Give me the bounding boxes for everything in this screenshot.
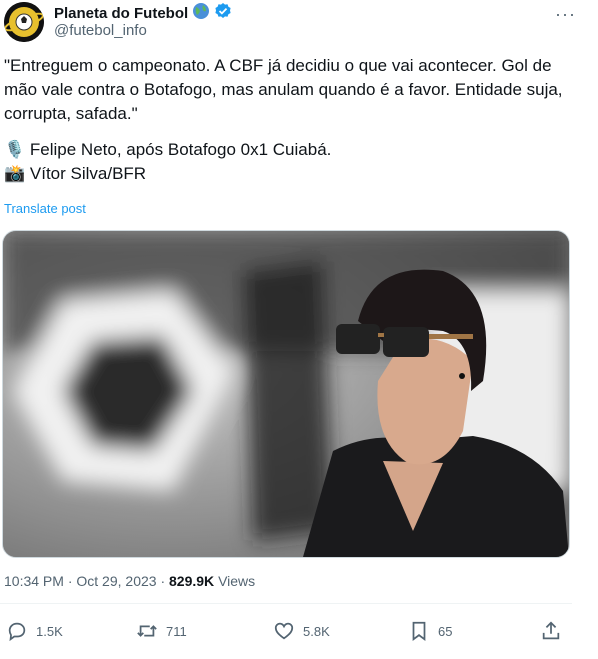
post-text: "Entreguem o campeonato. A CBF já decidi… bbox=[4, 54, 564, 186]
bookmark-button[interactable]: 65 bbox=[408, 620, 452, 642]
post-time[interactable]: 10:34 PM bbox=[4, 573, 64, 589]
verified-badge-icon bbox=[214, 2, 232, 25]
post-quote: "Entreguem o campeonato. A CBF já decidi… bbox=[4, 56, 563, 123]
post-photo[interactable] bbox=[2, 230, 570, 558]
reply-count: 1.5K bbox=[36, 623, 63, 639]
post-meta: 10:34 PM · Oct 29, 2023 · 829.9K Views bbox=[4, 572, 255, 590]
post-credit-line: 🎙️ Felipe Neto, após Botafogo 0x1 Cuiabá… bbox=[4, 140, 332, 159]
heart-icon bbox=[274, 622, 294, 640]
views-label: Views bbox=[218, 573, 256, 589]
post-header: Planeta do Futebol @futebol_info ··· bbox=[0, 0, 598, 46]
like-count: 5.8K bbox=[303, 623, 330, 639]
post-date[interactable]: Oct 29, 2023 bbox=[76, 573, 156, 589]
translate-post-link[interactable]: Translate post bbox=[4, 201, 86, 216]
more-options-icon[interactable]: ··· bbox=[555, 4, 576, 25]
share-icon bbox=[542, 621, 560, 640]
post-photo-credit: 📸 Vítor Silva/BFR bbox=[4, 164, 147, 183]
repost-count: 711 bbox=[166, 623, 187, 639]
reply-button[interactable]: 1.5K bbox=[6, 620, 63, 642]
account-avatar[interactable] bbox=[4, 2, 44, 42]
action-bar: 1.5K 711 5.8K 65 bbox=[0, 614, 598, 650]
meta-separator: · bbox=[160, 573, 166, 589]
account-handle[interactable]: @futebol_info bbox=[54, 22, 147, 40]
repost-button[interactable]: 711 bbox=[136, 620, 187, 642]
reply-icon bbox=[8, 622, 26, 642]
divider bbox=[0, 603, 572, 604]
bookmark-icon bbox=[412, 621, 426, 641]
share-button[interactable] bbox=[540, 620, 562, 642]
meta-separator: · bbox=[67, 573, 73, 589]
planeta-logo-icon bbox=[4, 2, 44, 42]
photo-image bbox=[3, 231, 569, 557]
repost-icon bbox=[137, 625, 157, 637]
account-name[interactable]: Planeta do Futebol bbox=[54, 4, 188, 24]
bookmark-count: 65 bbox=[438, 623, 453, 639]
views-count: 829.9K bbox=[169, 573, 215, 589]
globe-icon bbox=[192, 2, 210, 25]
like-button[interactable]: 5.8K bbox=[273, 620, 330, 642]
